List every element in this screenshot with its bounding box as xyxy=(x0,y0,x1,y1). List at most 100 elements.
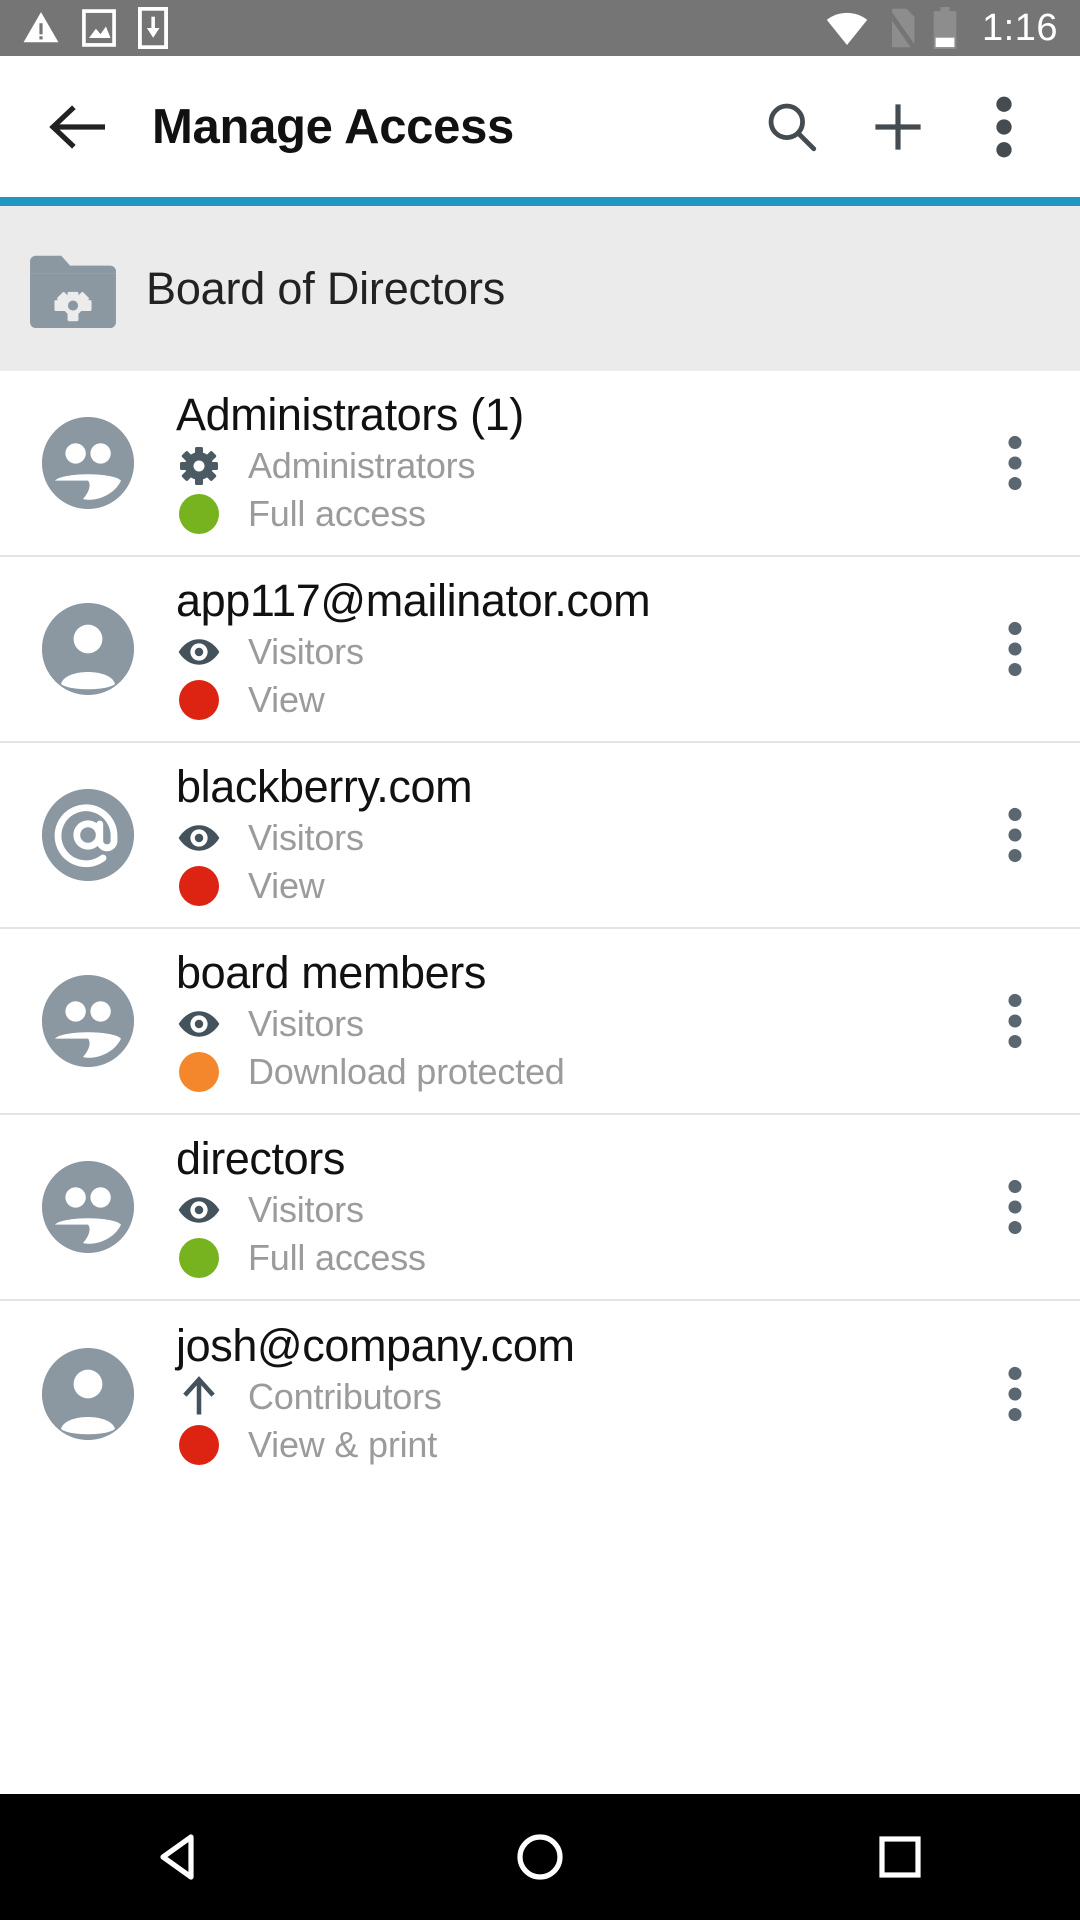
up-arrow-icon xyxy=(176,1375,222,1418)
row-permission: Full access xyxy=(176,1237,966,1279)
search-icon xyxy=(768,103,817,151)
avatar xyxy=(42,1348,134,1440)
row-role-label: Visitors xyxy=(248,1002,364,1044)
row-role-label: Contributors xyxy=(248,1375,442,1417)
nav-back-triangle-icon xyxy=(160,1834,194,1880)
access-list-viewport[interactable]: Administrators (1) Administrators Full a… xyxy=(0,371,1080,1794)
status-dot xyxy=(176,1424,222,1465)
more-options-icon xyxy=(1008,1366,1022,1422)
status-dot xyxy=(176,679,222,720)
status-bar-left-icons xyxy=(22,7,168,49)
row-permission-label: Download protected xyxy=(248,1050,565,1092)
row-role: Administrators xyxy=(176,445,966,487)
row-overflow-button[interactable] xyxy=(980,790,1050,880)
nav-recents-square-icon xyxy=(879,1836,921,1878)
person-avatar-icon xyxy=(42,603,134,695)
status-bar-clock: 1:16 xyxy=(982,6,1058,49)
avatar xyxy=(42,603,134,695)
back-arrow-icon xyxy=(49,104,105,149)
row-permission-label: View xyxy=(248,678,325,720)
more-options-icon xyxy=(996,96,1012,157)
group-avatar-icon xyxy=(42,417,134,509)
row-body: josh@company.com Contributors View & pri… xyxy=(176,1322,966,1466)
row-body: blackberry.com Visitors View xyxy=(176,763,966,907)
status-dot xyxy=(176,1237,222,1278)
row-role: Contributors xyxy=(176,1376,966,1418)
eye-icon xyxy=(176,1009,222,1039)
nav-back-button[interactable] xyxy=(105,1794,255,1920)
more-options-icon xyxy=(1008,993,1022,1049)
group-avatar-icon xyxy=(42,1161,134,1253)
row-permission: View & print xyxy=(176,1424,966,1466)
avatar xyxy=(42,975,134,1067)
add-icon xyxy=(875,103,921,150)
nav-home-button[interactable] xyxy=(465,1794,615,1920)
row-permission-label: View & print xyxy=(248,1423,438,1465)
row-title: blackberry.com xyxy=(176,761,473,813)
accent-bar xyxy=(0,197,1080,206)
nav-home-circle-icon xyxy=(517,1834,563,1880)
wifi-icon xyxy=(826,12,868,45)
toolbar-overflow-button[interactable] xyxy=(972,95,1036,159)
row-overflow-button[interactable] xyxy=(980,1162,1050,1252)
row-overflow-button[interactable] xyxy=(980,418,1050,508)
battery-icon xyxy=(933,7,957,49)
back-button[interactable] xyxy=(44,92,114,162)
more-options-icon xyxy=(1008,807,1022,863)
row-role-label: Visitors xyxy=(248,1188,364,1230)
row-title: app117@mailinator.com xyxy=(176,575,651,627)
row-body: directors Visitors Full access xyxy=(176,1135,966,1279)
row-title: directors xyxy=(176,1133,345,1185)
row-overflow-button[interactable] xyxy=(980,604,1050,694)
eye-icon xyxy=(176,823,222,853)
table-row[interactable]: josh@company.com Contributors View & pri… xyxy=(0,1301,1080,1487)
row-title: Administrators (1) xyxy=(176,389,524,441)
table-row[interactable]: Administrators (1) Administrators Full a… xyxy=(0,371,1080,557)
row-body: board members Visitors Download protecte… xyxy=(176,949,966,1093)
table-row[interactable]: blackberry.com Visitors View xyxy=(0,743,1080,929)
nav-recents-button[interactable] xyxy=(825,1794,975,1920)
row-permission: Download protected xyxy=(176,1051,966,1093)
row-title: board members xyxy=(176,947,486,999)
warning-triangle-icon xyxy=(23,12,59,43)
add-button[interactable] xyxy=(866,95,930,159)
person-avatar-icon xyxy=(42,1348,134,1440)
status-dot xyxy=(176,1051,222,1092)
avatar xyxy=(42,1161,134,1253)
row-overflow-button[interactable] xyxy=(980,1349,1050,1439)
status-bar: 1:16 xyxy=(0,0,1080,56)
page-title: Manage Access xyxy=(152,99,514,154)
at-sign-avatar-icon xyxy=(42,789,134,881)
row-role-label: Visitors xyxy=(248,816,364,858)
table-row[interactable]: directors Visitors Full access xyxy=(0,1115,1080,1301)
search-button[interactable] xyxy=(760,95,824,159)
row-permission: View xyxy=(176,679,966,721)
row-overflow-button[interactable] xyxy=(980,976,1050,1066)
group-avatar-icon xyxy=(42,975,134,1067)
row-role: Visitors xyxy=(176,631,966,673)
status-bar-right-icons: 1:16 xyxy=(826,7,1058,50)
row-permission-label: Full access xyxy=(248,492,426,534)
row-permission-label: View xyxy=(248,864,325,906)
table-row[interactable]: app117@mailinator.com Visitors View xyxy=(0,557,1080,743)
app-toolbar: Manage Access xyxy=(0,56,1080,197)
table-row[interactable]: board members Visitors Download protecte… xyxy=(0,929,1080,1115)
row-role: Visitors xyxy=(176,1003,966,1045)
screenshot-image-icon xyxy=(82,9,116,47)
more-options-icon xyxy=(1008,621,1022,677)
toolbar-actions xyxy=(760,95,1036,159)
row-role: Visitors xyxy=(176,817,966,859)
more-options-icon xyxy=(1008,435,1022,491)
row-role-label: Visitors xyxy=(248,630,364,672)
row-title: josh@company.com xyxy=(176,1320,575,1372)
eye-icon xyxy=(176,637,222,667)
row-role: Visitors xyxy=(176,1189,966,1231)
row-body: app117@mailinator.com Visitors View xyxy=(176,577,966,721)
eye-icon xyxy=(176,1195,222,1225)
gear-icon xyxy=(176,446,222,486)
status-dot xyxy=(176,493,222,534)
avatar xyxy=(42,789,134,881)
row-body: Administrators (1) Administrators Full a… xyxy=(176,391,966,535)
more-options-icon xyxy=(1008,1179,1022,1235)
row-permission-label: Full access xyxy=(248,1236,426,1278)
